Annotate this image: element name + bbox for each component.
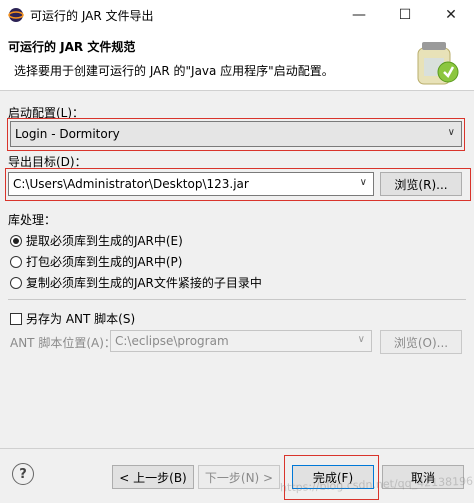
separator (8, 299, 466, 300)
close-icon: ✕ (445, 7, 457, 23)
export-destination-value: C:\Users\Administrator\Desktop\123.jar (13, 177, 249, 191)
chevron-down-icon: ∨ (447, 127, 455, 138)
launch-config-value: Login - Dormitory (15, 127, 120, 141)
export-destination-input[interactable]: C:\Users\Administrator\Desktop\123.jar ∨ (8, 172, 374, 196)
radio-extract-libraries[interactable]: 提取必须库到生成的JAR中(E) (10, 232, 183, 249)
jar-wizard-icon (417, 42, 459, 85)
radio-button[interactable] (10, 255, 22, 268)
ant-location-input[interactable]: C:\eclipse\program ∨ (110, 330, 372, 352)
minimize-icon: — (352, 7, 366, 23)
app-icon (8, 8, 24, 22)
page-title: 可运行的 JAR 文件规范 (8, 40, 136, 54)
browse-destination-button[interactable]: 浏览(R)... (380, 172, 462, 196)
save-ant-script-checkbox[interactable]: 另存为 ANT 脚本(S) (10, 310, 135, 327)
radio-button[interactable] (10, 276, 22, 289)
export-destination-label: 导出目标(D)： (8, 155, 87, 169)
launch-config-select[interactable]: Login - Dormitory ∨ (10, 121, 462, 147)
radio-label: 复制必须库到生成的JAR文件紧接的子目录中 (26, 276, 262, 290)
radio-label: 打包必须库到生成的JAR中(P) (26, 255, 183, 269)
library-handling-label: 库处理： (8, 213, 57, 227)
help-icon: ? (19, 466, 27, 482)
browse-ant-button[interactable]: 浏览(O)... (380, 330, 462, 354)
checkbox[interactable] (10, 312, 22, 325)
help-button[interactable]: ? (12, 463, 34, 485)
window-title: 可运行的 JAR 文件导出 (30, 9, 154, 23)
checkbox-label: 另存为 ANT 脚本(S) (26, 312, 136, 326)
radio-button[interactable] (10, 234, 22, 247)
ant-location-label: ANT 脚本位置(A)： (10, 336, 116, 350)
radio-package-libraries[interactable]: 打包必须库到生成的JAR中(P) (10, 253, 182, 270)
maximize-icon: ☐ (398, 7, 412, 23)
next-button[interactable]: 下一步(N) > (198, 465, 280, 489)
chevron-down-icon: ∨ (357, 334, 365, 345)
chevron-down-icon: ∨ (359, 177, 367, 188)
page-description: 选择要用于创建可运行的 JAR 的"Java 应用程序"启动配置。 (14, 64, 334, 78)
radio-label: 提取必须库到生成的JAR中(E) (26, 234, 183, 248)
radio-copy-libraries[interactable]: 复制必须库到生成的JAR文件紧接的子目录中 (10, 274, 262, 291)
back-button[interactable]: < 上一步(B) (112, 465, 194, 489)
close-button[interactable]: ✕ (428, 0, 474, 30)
separator (0, 448, 474, 449)
minimize-button[interactable]: — (336, 0, 382, 30)
ant-location-value: C:\eclipse\program (115, 334, 229, 348)
launch-config-label: 启动配置(L)： (8, 106, 85, 120)
maximize-button[interactable]: ☐ (382, 0, 428, 30)
